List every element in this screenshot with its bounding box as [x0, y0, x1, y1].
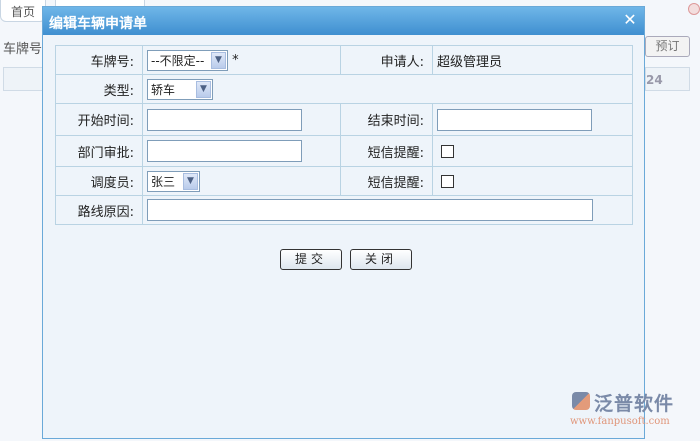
start-time-label: 开始时间: [55, 103, 143, 136]
edit-vehicle-dialog: 编辑车辆申请单 ✕ 车牌号: --不限定-- ▼ * 申请人: 超级管理员 类型:… [42, 6, 645, 439]
dispatcher-select-value: 张三 [151, 174, 176, 189]
dept-approval-label: 部门审批: [55, 135, 143, 167]
end-time-input[interactable] [437, 108, 592, 131]
close-button[interactable]: 关闭 [350, 249, 412, 270]
sms-reminder-checkbox-1[interactable] [441, 144, 454, 158]
watermark-logo: 泛普软件 www.fanpusoft.com [570, 392, 695, 432]
plate-select[interactable]: --不限定-- ▼ [147, 49, 228, 71]
reserve-button[interactable]: 预订 [645, 36, 690, 57]
type-select-value: 轿车 [151, 82, 176, 97]
logo-icon [572, 392, 590, 410]
logo-brand: 泛普软件 [594, 393, 675, 415]
dialog-title: 编辑车辆申请单 [49, 16, 147, 32]
logo-url: www.fanpusoft.com [570, 416, 670, 427]
dispatcher-select[interactable]: 张三 ▼ [147, 170, 200, 192]
dept-approval-input[interactable] [147, 140, 302, 162]
close-tab-icon[interactable] [688, 3, 700, 15]
close-icon[interactable]: ✕ [622, 12, 638, 28]
sms-reminder-label-2: 短信提醒: [340, 166, 433, 196]
tab-home[interactable]: 首页 [0, 0, 47, 22]
applicant-label: 申请人: [340, 45, 433, 75]
end-time-label: 结束时间: [340, 103, 433, 136]
form-table: 车牌号: --不限定-- ▼ * 申请人: 超级管理员 类型: 轿车 ▼ 开始时间:… [55, 45, 633, 225]
plate-filter-label: 车牌号 [3, 42, 43, 57]
sms-reminder-checkbox-2[interactable] [441, 174, 454, 188]
plate-label: 车牌号: [55, 45, 143, 75]
dialog-titlebar: 编辑车辆申请单 ✕ [43, 7, 644, 35]
chevron-down-icon: ▼ [196, 80, 211, 98]
dispatcher-label: 调度员: [55, 166, 143, 196]
route-reason-input[interactable] [147, 199, 593, 221]
applicant-value: 超级管理员 [432, 45, 633, 75]
plate-select-value: --不限定-- [151, 53, 205, 68]
sms-reminder-label-1: 短信提醒: [340, 135, 433, 167]
submit-button[interactable]: 提交 [280, 249, 342, 270]
chevron-down-icon: ▼ [211, 51, 226, 69]
date-cell: 24 [645, 67, 690, 91]
background-grid [3, 67, 43, 91]
start-time-input[interactable] [147, 108, 302, 131]
required-mark: * [232, 52, 239, 68]
type-label: 类型: [55, 74, 143, 104]
route-reason-label: 路线原因: [55, 195, 143, 225]
type-select[interactable]: 轿车 ▼ [147, 78, 213, 100]
chevron-down-icon: ▼ [183, 172, 198, 190]
